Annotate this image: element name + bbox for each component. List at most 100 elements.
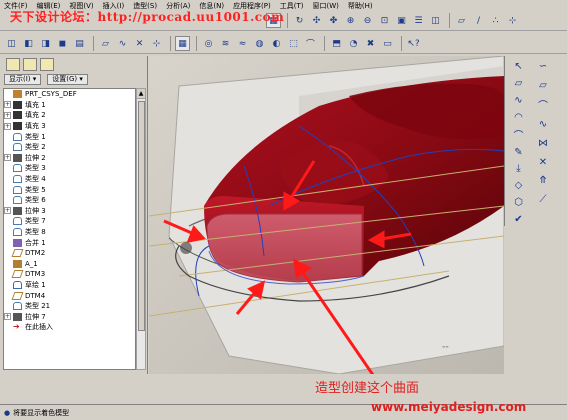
done-check-icon[interactable]: ✔ <box>511 212 527 226</box>
drop-curve-icon[interactable]: ⤓ <box>511 162 527 176</box>
curve-sketch-icon[interactable]: ∽ <box>535 60 551 73</box>
tree-item[interactable]: 类型 7 <box>4 216 135 227</box>
tree-item[interactable]: + 拉伸 3 <box>4 206 135 217</box>
extrude-icon <box>13 206 22 215</box>
hide-analysis-icon[interactable]: ▭ <box>380 36 395 51</box>
draft-check-icon[interactable]: ⬒ <box>329 36 344 51</box>
plane-icon[interactable]: ▱ <box>535 79 551 92</box>
tree-item[interactable]: DTM3 <box>4 269 135 280</box>
expand-icon[interactable]: + <box>4 207 11 215</box>
trim-icon[interactable]: ⋈ <box>535 137 551 150</box>
tree-item[interactable]: + 填充 1 <box>4 100 135 111</box>
section-icon[interactable]: ⬚ <box>286 36 301 51</box>
context-help-icon[interactable]: ↖? <box>406 36 421 51</box>
surface-analysis-icon[interactable]: ≋ <box>218 36 233 51</box>
forum-watermark: 天下设计论坛：http://procad.uu1001.com <box>10 10 285 24</box>
expand-icon[interactable]: + <box>4 154 11 162</box>
style-icon <box>13 217 22 226</box>
connect-surface-icon[interactable]: ⬡ <box>511 195 527 209</box>
create-curve-icon[interactable]: ∿ <box>511 94 527 108</box>
repaint-icon[interactable]: ↻ <box>292 13 307 28</box>
datum-points-icon[interactable]: ∴ <box>488 13 503 28</box>
tree-item[interactable]: 类型 4 <box>4 174 135 185</box>
slope-icon[interactable]: ◐ <box>269 36 284 51</box>
layers-icon[interactable]: ☰ <box>411 13 426 28</box>
csys-icon[interactable]: ⊹ <box>149 36 164 51</box>
view-manager-icon[interactable]: ◫ <box>428 13 443 28</box>
tree-item[interactable]: + 填充 3 <box>4 121 135 132</box>
dihedral-icon[interactable]: ⌒ <box>303 36 318 51</box>
favorites-tab[interactable] <box>40 57 54 71</box>
tree-scrollbar[interactable]: ▲ <box>136 88 146 370</box>
expand-icon[interactable]: + <box>4 122 11 130</box>
tree-item[interactable]: 类型 8 <box>4 227 135 238</box>
datum-planes-icon[interactable]: ▱ <box>454 13 469 28</box>
curve-icon[interactable]: ∿ <box>115 36 130 51</box>
reflection-icon[interactable]: ◍ <box>252 36 267 51</box>
edit-curve-icon[interactable]: ✎ <box>511 145 527 159</box>
scroll-thumb[interactable] <box>138 101 145 331</box>
curvature-icon[interactable]: ≈ <box>235 36 250 51</box>
tree-item[interactable]: ➔ 在此插入 <box>4 322 135 333</box>
spline-icon[interactable]: ∿ <box>535 118 551 131</box>
tree-item[interactable]: 草绘 1 <box>4 280 135 291</box>
expand-icon[interactable]: + <box>4 313 11 321</box>
tree-item[interactable]: DTM2 <box>4 248 135 259</box>
model-tree-icon[interactable]: ▤ <box>72 36 87 51</box>
curve-analysis-icon[interactable]: ◎ <box>201 36 216 51</box>
tree-item[interactable]: A_1 <box>4 259 135 270</box>
tree-item[interactable]: + 拉伸 2 <box>4 153 135 164</box>
analysis-settings-icon[interactable]: ◔ <box>346 36 361 51</box>
model-tree-tab[interactable] <box>6 57 20 71</box>
project-icon[interactable]: ⤊ <box>535 175 551 188</box>
tree-item[interactable]: 类型 1 <box>4 131 135 142</box>
scroll-up-arrow[interactable]: ▲ <box>137 89 145 99</box>
point-cross-icon[interactable]: ✕ <box>535 156 551 169</box>
tree-item[interactable]: 合并 1 <box>4 237 135 248</box>
menu-help[interactable]: 帮助(H) <box>348 1 373 11</box>
tree-item[interactable]: + 拉伸 7 <box>4 311 135 322</box>
select-icon[interactable]: ↖ <box>511 60 527 74</box>
surface-icon[interactable]: ◇ <box>511 179 527 193</box>
zoom-out-icon[interactable]: ⊖ <box>360 13 375 28</box>
wireframe-icon[interactable]: ◫ <box>4 36 19 51</box>
datum-axes-icon[interactable]: / <box>471 13 486 28</box>
coordinate-systems-icon[interactable]: ⊹ <box>505 13 520 28</box>
delete-analysis-icon[interactable]: ✖ <box>363 36 378 51</box>
refit-icon[interactable]: ⊡ <box>377 13 392 28</box>
spin-center-icon[interactable]: ✣ <box>309 13 324 28</box>
model-render: ≡≡ <box>149 56 504 374</box>
tree-item[interactable]: 类型 6 <box>4 195 135 206</box>
tree-item[interactable]: 类型 5 <box>4 184 135 195</box>
tree-item[interactable]: DTM4 <box>4 290 135 301</box>
shading-icon[interactable]: ◼ <box>55 36 70 51</box>
point-icon[interactable]: ✕ <box>132 36 147 51</box>
graphics-viewport[interactable]: ≡≡ <box>149 56 504 374</box>
grid-icon[interactable]: ▦ <box>175 36 190 51</box>
tree-item[interactable]: PRT_CSYS_DEF <box>4 89 135 100</box>
line-icon[interactable]: ⟋ <box>535 193 551 206</box>
settings-dropdown[interactable]: 设置(G) ▾ <box>47 73 88 85</box>
tree-item[interactable]: + 填充 2 <box>4 110 135 121</box>
hidden-line-icon[interactable]: ◧ <box>21 36 36 51</box>
tree-item[interactable]: 类型 21 <box>4 301 135 312</box>
set-active-plane-icon[interactable]: ▱ <box>511 77 527 91</box>
tree-item[interactable]: 类型 2 <box>4 142 135 153</box>
orient-icon[interactable]: ✤ <box>326 13 341 28</box>
sketch-plane-icon[interactable]: ▱ <box>98 36 113 51</box>
tree-item[interactable]: 类型 3 <box>4 163 135 174</box>
arc-icon[interactable]: ⌒ <box>535 97 551 112</box>
expand-icon[interactable]: + <box>4 101 11 109</box>
arc-curve-icon[interactable]: ⌒ <box>511 127 527 142</box>
saved-views-icon[interactable]: ▣ <box>394 13 409 28</box>
sketch-icon <box>13 280 22 289</box>
zoom-in-icon[interactable]: ⊕ <box>343 13 358 28</box>
no-hidden-icon[interactable]: ◨ <box>38 36 53 51</box>
expand-icon[interactable]: + <box>4 111 11 119</box>
circle-curve-icon[interactable]: ◠ <box>511 110 527 124</box>
folder-browser-tab[interactable] <box>23 57 37 71</box>
show-dropdown[interactable]: 显示(I) ▾ <box>4 73 42 85</box>
secondary-toolbar: ◫ ◧ ◨ ◼ ▤ ▱ ∿ ✕ ⊹ ▦ ◎ ≋ ≈ ◍ ◐ ⬚ ⌒ ⬒ ◔ ✖ … <box>0 34 567 54</box>
menu-window[interactable]: 窗口(W) <box>313 1 339 11</box>
style-toolbar-secondary: ∽ ▱ ⌒ ∿ ⋈ ✕ ⤊ ⟋ <box>532 56 554 206</box>
